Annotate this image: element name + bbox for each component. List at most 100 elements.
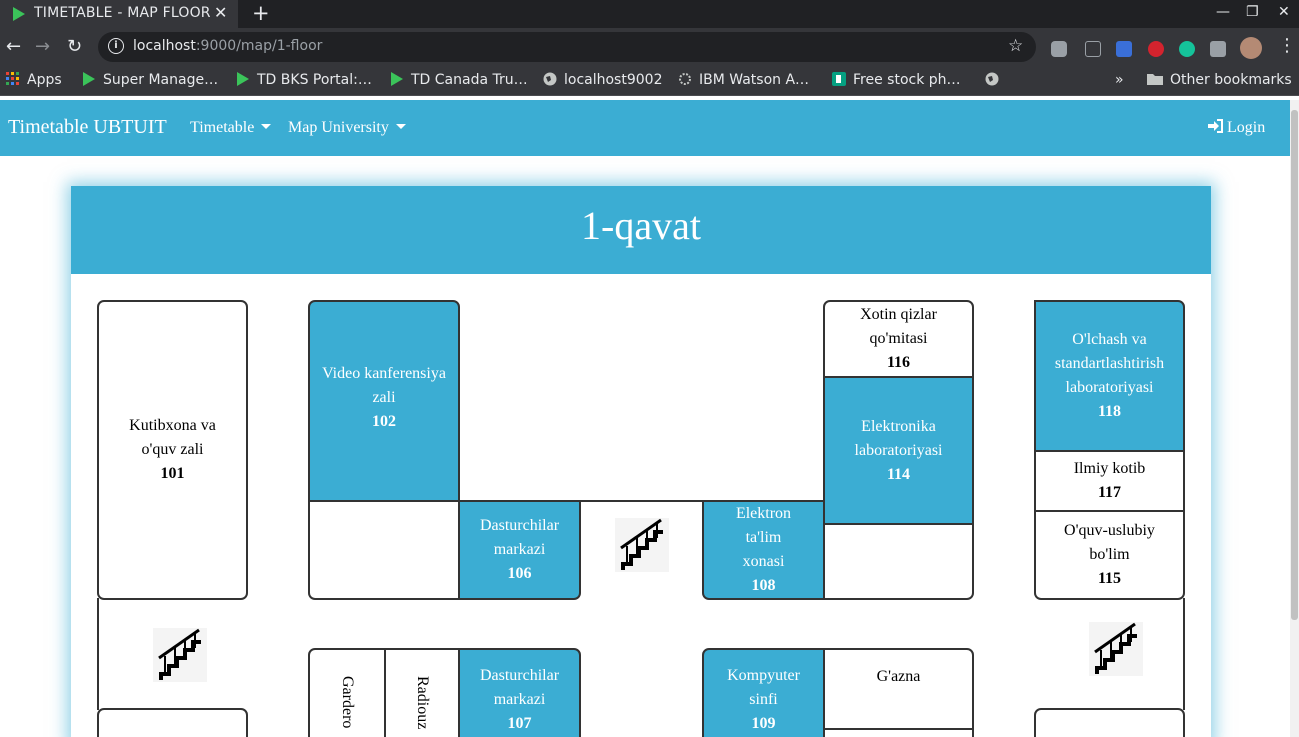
url-text[interactable]: localhost:9000/map/1-floor xyxy=(133,38,322,54)
room-name: G'azna xyxy=(876,668,921,685)
tab-title: TIMETABLE - MAP FLOOR xyxy=(34,5,210,21)
play-icon xyxy=(237,72,249,86)
room-number: 106 xyxy=(507,565,532,582)
staircase-icon xyxy=(1089,622,1143,676)
window-close-icon[interactable]: ✕ xyxy=(1278,4,1290,20)
globe-icon xyxy=(543,72,557,86)
site-navbar: Timetable UBTUIT Timetable Map Universit… xyxy=(0,100,1290,156)
room-name: O'lchash va standartlashtirish laborator… xyxy=(1054,331,1165,396)
room-empty-b xyxy=(823,523,974,600)
globe-icon xyxy=(985,72,999,86)
timetable-dropdown[interactable]: Timetable xyxy=(190,119,272,137)
adblock-extension-icon[interactable] xyxy=(1148,41,1164,57)
room-name: Kutibxona va o'quv zali xyxy=(129,417,216,458)
room-114[interactable]: Elektronika laboratoriyasi 114 xyxy=(823,376,974,525)
room-number: 115 xyxy=(1097,570,1122,587)
room-number: 107 xyxy=(507,715,532,732)
room-empty-a xyxy=(308,500,460,600)
room-number: 114 xyxy=(886,465,911,483)
minimize-icon[interactable]: — xyxy=(1216,4,1230,20)
play-icon xyxy=(13,7,25,21)
floor-title: 1-qavat xyxy=(581,203,701,248)
bookmark-free-stock[interactable]: Free stock ph… xyxy=(832,72,961,88)
camera-extension-icon[interactable] xyxy=(1051,41,1067,57)
card-header: 1-qavat xyxy=(71,186,1211,274)
folder-icon xyxy=(1147,74,1163,85)
login-link[interactable]: Login xyxy=(1208,119,1265,137)
forward-icon[interactable]: → xyxy=(35,36,50,57)
room-name: Xotin qizlar qo'mitasi xyxy=(860,306,937,347)
grammarly-extension-icon[interactable] xyxy=(1179,41,1195,57)
caret-down-icon xyxy=(261,124,272,129)
translate-extension-icon[interactable] xyxy=(1116,41,1132,57)
address-bar[interactable]: i localhost:9000/map/1-floor ☆ xyxy=(98,32,1036,62)
room-name: Elektron ta'lim xonasi xyxy=(735,505,792,570)
room-name: Dasturchilar markazi xyxy=(479,517,560,558)
room-107[interactable]: Dasturchilar markazi 107 xyxy=(458,648,581,737)
reload-icon[interactable]: ↻ xyxy=(67,36,82,57)
room-106[interactable]: Dasturchilar markazi 106 xyxy=(458,500,581,600)
bookmark-super-manage[interactable]: Super Manage… xyxy=(82,72,218,88)
staircase-icon xyxy=(153,628,207,682)
corridor-wall xyxy=(579,500,704,502)
watson-icon xyxy=(679,73,691,85)
menu-dots-icon[interactable]: ⋮ xyxy=(1278,35,1296,56)
room-109[interactable]: Kompyuter sinfi 109 xyxy=(702,648,825,737)
room-gardero[interactable]: Gardero xyxy=(308,648,386,737)
close-tab-icon[interactable]: ✕ xyxy=(214,3,227,22)
sign-in-icon xyxy=(1208,119,1223,133)
room-116[interactable]: Xotin qizlar qo'mitasi 116 xyxy=(823,300,974,378)
play-icon xyxy=(83,72,95,86)
extensions-puzzle-icon[interactable] xyxy=(1210,41,1226,57)
bookmark-globe[interactable] xyxy=(985,72,1006,88)
map-university-dropdown[interactable]: Map University xyxy=(288,119,406,137)
restore-icon[interactable]: ❐ xyxy=(1246,4,1259,20)
bookmark-star-icon[interactable]: ☆ xyxy=(1008,36,1023,56)
room-name: Video kanferensiya zali xyxy=(322,365,446,406)
room-radiouz[interactable]: Radiouz xyxy=(384,648,460,737)
browser-tab-strip: TIMETABLE - MAP FLOOR ✕ + — ❐ ✕ xyxy=(0,0,1299,28)
browser-tab[interactable]: TIMETABLE - MAP FLOOR ✕ xyxy=(0,0,238,28)
back-icon[interactable]: ← xyxy=(6,36,21,57)
room-number: 108 xyxy=(751,577,776,594)
other-bookmarks[interactable]: Other bookmarks xyxy=(1147,72,1292,88)
bookmark-apps[interactable]: Apps xyxy=(6,72,62,88)
brand-link[interactable]: Timetable UBTUIT xyxy=(8,116,167,139)
profile-avatar[interactable] xyxy=(1240,37,1262,59)
room-name: Elektronika laboratoriyasi xyxy=(854,417,943,459)
room-name: Ilmiy kotib xyxy=(1073,460,1146,477)
room-lower-far-right xyxy=(1034,708,1185,737)
room-101[interactable]: Kutibxona va o'quv zali 101 xyxy=(97,300,248,600)
room-lower-left xyxy=(97,708,248,737)
play-icon xyxy=(391,72,403,86)
room-102[interactable]: Video kanferensiya zali 102 xyxy=(308,300,460,502)
room-number: 116 xyxy=(886,354,911,371)
info-icon[interactable]: i xyxy=(108,38,124,54)
bookmark-td-bks-portal[interactable]: TD BKS Portal:… xyxy=(236,72,372,88)
scrollbar-thumb[interactable] xyxy=(1291,110,1298,620)
room-118[interactable]: O'lchash va standartlashtirish laborator… xyxy=(1034,300,1185,452)
room-name: Dasturchilar markazi xyxy=(479,667,560,708)
room-117[interactable]: Ilmiy kotib 117 xyxy=(1034,450,1185,512)
stock-icon xyxy=(832,72,846,86)
caret-down-icon xyxy=(395,124,406,129)
staircase-icon xyxy=(615,518,669,572)
room-115[interactable]: O'quv-uslubiy bo'lim 115 xyxy=(1034,510,1185,600)
bookmark-localhost9002[interactable]: localhost9002 xyxy=(543,72,662,88)
room-name: O'quv-uslubiy bo'lim xyxy=(1064,522,1155,563)
json-extension-icon[interactable] xyxy=(1085,41,1101,57)
room-number: 109 xyxy=(751,715,776,732)
bookmark-ibm-watson[interactable]: IBM Watson A… xyxy=(678,72,809,88)
page-scrollbar[interactable] xyxy=(1290,100,1299,737)
room-number: 102 xyxy=(372,413,396,430)
chevron-more-icon[interactable]: » xyxy=(1115,72,1124,88)
bookmark-td-canada-trust[interactable]: TD Canada Tru… xyxy=(390,72,528,88)
room-name: Gardero xyxy=(339,676,356,729)
room-number: 118 xyxy=(1097,403,1122,420)
browser-toolbar: ← → ↻ i localhost:9000/map/1-floor ☆ ⋮ xyxy=(0,28,1299,66)
bookmarks-bar: Apps Super Manage… TD BKS Portal:… TD Ca… xyxy=(0,66,1299,96)
floor-map-card: 1-qavat Kutibxona va o'quv zali 101 Video… xyxy=(71,186,1211,737)
room-108[interactable]: Elektron ta'lim xonasi 108 xyxy=(702,500,825,600)
room-gazna[interactable]: G'azna xyxy=(823,648,974,730)
new-tab-button[interactable]: + xyxy=(252,1,270,25)
